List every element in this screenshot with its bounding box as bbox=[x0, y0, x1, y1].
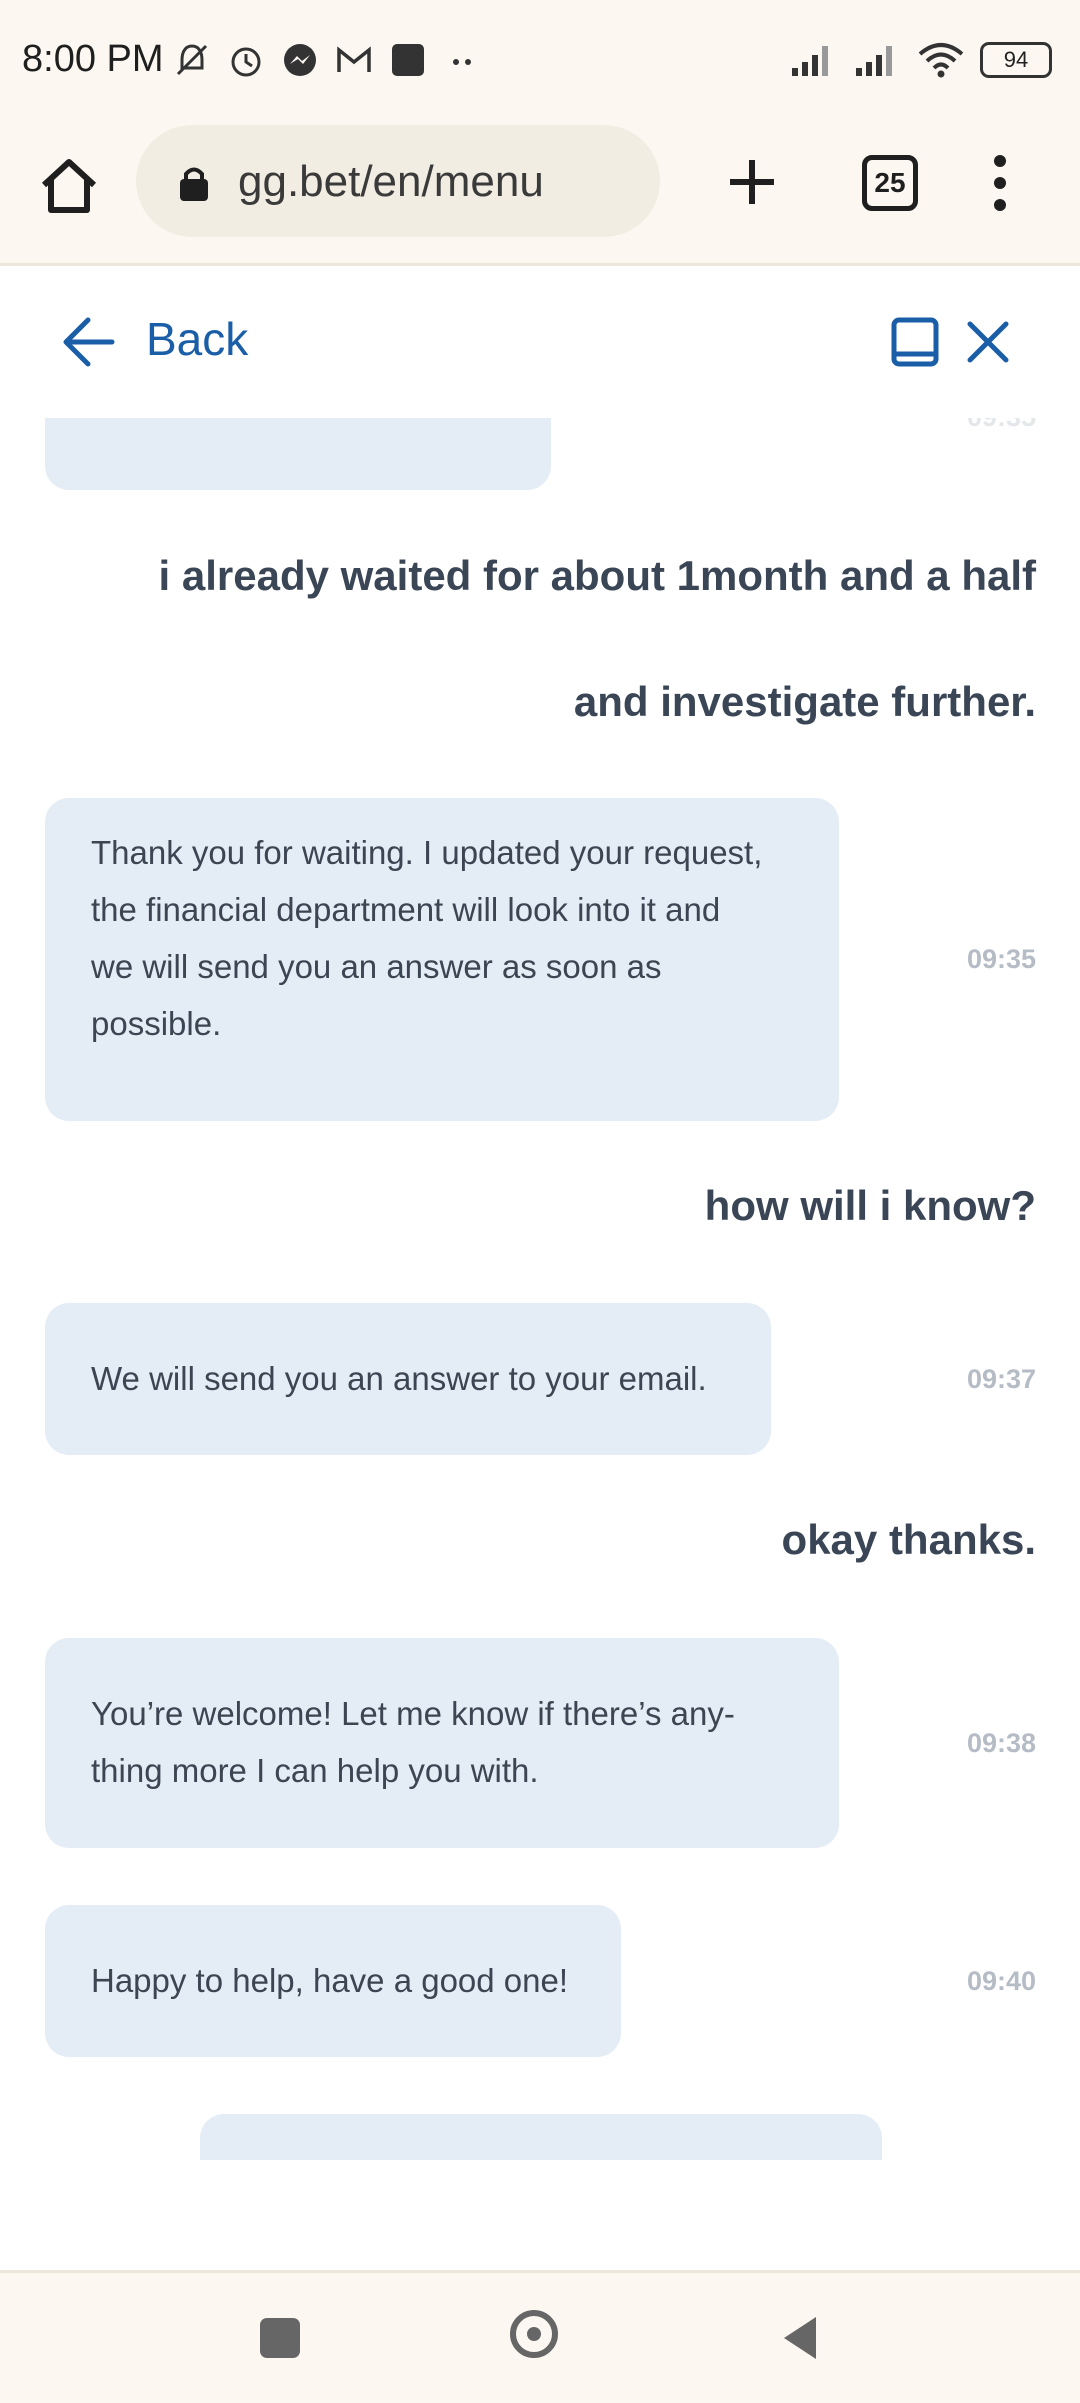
back-button[interactable]: Back bbox=[146, 312, 248, 366]
chat-header: Back bbox=[0, 266, 1080, 416]
battery-icon: 94 bbox=[980, 42, 1052, 78]
message-time: 09:37 bbox=[966, 1364, 1036, 1394]
message-time: 09:40 bbox=[966, 1966, 1036, 1996]
more-dots-icon bbox=[453, 59, 471, 65]
message-time: 09:35 bbox=[967, 418, 1036, 433]
message-line: we will send you an answer as soon as bbox=[91, 948, 662, 985]
app-icon bbox=[392, 44, 424, 76]
signal-icon bbox=[856, 46, 892, 76]
message-line: possible. bbox=[91, 1005, 222, 1042]
tab-switcher-button[interactable]: 25 bbox=[862, 155, 918, 211]
status-bar: 8:00 PM 94 bbox=[0, 0, 1080, 125]
user-message: and investigate further. bbox=[573, 678, 1036, 725]
mute-icon bbox=[176, 44, 208, 76]
alarm-icon bbox=[231, 47, 261, 77]
system-nav-bar bbox=[0, 2270, 1080, 2403]
recents-icon[interactable] bbox=[260, 2318, 300, 2358]
agent-message bbox=[45, 418, 551, 490]
minimize-icon[interactable] bbox=[890, 316, 940, 368]
home-nav-icon[interactable] bbox=[510, 2310, 558, 2358]
message-line: We will send you an answer to your email… bbox=[91, 1360, 707, 1397]
agent-message: We will send you an answer to your email… bbox=[45, 1303, 771, 1455]
user-message: how will i know? bbox=[704, 1182, 1036, 1229]
message-line: Happy to help, have a good one! bbox=[91, 1962, 569, 1999]
new-tab-icon[interactable] bbox=[722, 152, 782, 212]
message-time: 09:35 bbox=[966, 944, 1036, 974]
agent-message bbox=[200, 2114, 882, 2160]
message-time: 09:38 bbox=[966, 1728, 1036, 1758]
user-message: okay thanks. bbox=[781, 1516, 1036, 1563]
back-arrow-icon[interactable] bbox=[60, 314, 116, 370]
home-icon[interactable] bbox=[38, 155, 100, 217]
wifi-icon bbox=[918, 43, 964, 78]
message-line: You’re welcome! Let me know if there’s a… bbox=[91, 1695, 735, 1732]
url-text: gg.bet/en/menu bbox=[238, 157, 544, 206]
more-vert-icon[interactable] bbox=[990, 153, 1010, 213]
close-icon[interactable] bbox=[962, 316, 1014, 368]
system-icons: 94 bbox=[788, 40, 1052, 80]
message-line: thing more I can help you with. bbox=[91, 1752, 539, 1789]
user-message: i already waited for about 1month and a … bbox=[158, 552, 1036, 599]
back-nav-icon[interactable] bbox=[780, 2315, 820, 2361]
messenger-icon bbox=[284, 44, 316, 76]
agent-message: Happy to help, have a good one! bbox=[45, 1905, 621, 2057]
chat-messages[interactable]: 09:35 i already waited for about 1month … bbox=[0, 418, 1080, 2270]
message-line: the financial department will look into … bbox=[91, 891, 721, 928]
gmail-icon bbox=[337, 46, 371, 72]
message-line: Thank you for waiting. I updated your re… bbox=[91, 834, 763, 871]
signal-icon bbox=[792, 46, 828, 76]
notification-icons bbox=[172, 40, 482, 80]
lock-icon bbox=[180, 167, 208, 201]
address-bar[interactable]: gg.bet/en/menu bbox=[136, 125, 660, 237]
browser-toolbar: gg.bet/en/menu 25 bbox=[0, 125, 1080, 266]
status-time: 8:00 PM bbox=[22, 38, 164, 80]
agent-message: You’re welcome! Let me know if there’s a… bbox=[45, 1638, 839, 1848]
agent-message: Thank you for waiting. I updated your re… bbox=[45, 798, 839, 1121]
